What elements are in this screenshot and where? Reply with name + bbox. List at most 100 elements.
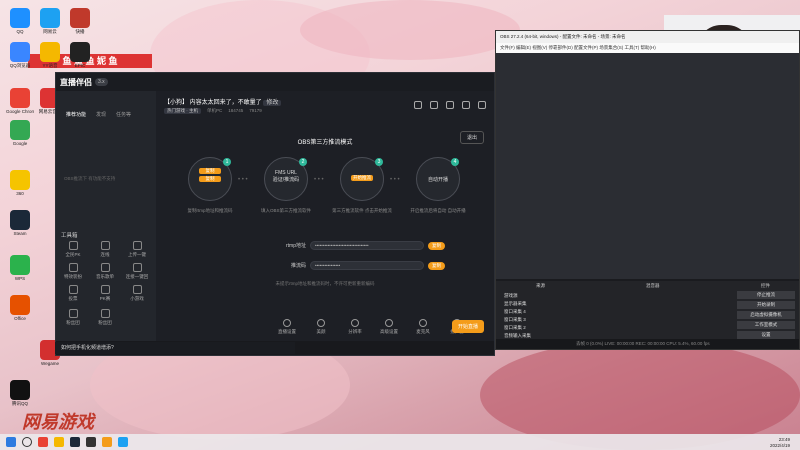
- tool-item[interactable]: 粉丝团: [90, 309, 120, 326]
- dock-title-sources: 来源: [536, 283, 545, 288]
- share-icon[interactable]: [478, 101, 486, 109]
- sidebar-tab[interactable]: 任务等: [116, 111, 131, 118]
- tool-icon: [132, 263, 142, 272]
- settings-button[interactable]: 设置: [737, 331, 795, 339]
- microphone-button[interactable]: 麦克风: [412, 319, 434, 335]
- steam-taskbar-icon[interactable]: [70, 437, 80, 447]
- tool-item[interactable]: 粉丝团: [58, 309, 88, 326]
- exit-obs-mode-button[interactable]: 退出: [459, 131, 484, 144]
- tool-item[interactable]: 特效装扮: [58, 263, 88, 280]
- obs-menubar[interactable]: 文件(F) 编辑(E) 视图(V) 停靠部件(D) 配置文件(P) 场景集合(S…: [496, 43, 799, 53]
- rtmp-field[interactable]: ••••••••••••••••••••••••••••••••••: [310, 241, 424, 250]
- tool-icon: [68, 263, 78, 272]
- tool-item[interactable]: 小游戏: [122, 285, 152, 302]
- source-item[interactable]: 游戏源: [504, 293, 518, 299]
- tool-item[interactable]: PK赛: [90, 285, 120, 302]
- microphone-icon: [419, 319, 427, 327]
- live-companion-window[interactable]: 直播伴侣 3.x 推荐功能 发现 任务等 OBS推流下 有功能不支持 工具箱 全…: [55, 72, 495, 356]
- desktop-icon[interactable]: Google Chrome: [6, 88, 34, 114]
- desktop-icon[interactable]: 360: [6, 170, 34, 196]
- app-topbar: 直播伴侣 3.x: [56, 73, 494, 91]
- live-settings-button[interactable]: 直播设置: [276, 319, 298, 335]
- tool-item[interactable]: 投票: [58, 285, 88, 302]
- app-icon: [10, 8, 30, 28]
- step-1: 1 复制 复制: [188, 157, 232, 201]
- companion-taskbar-icon[interactable]: [102, 437, 112, 447]
- tool-icon: [100, 285, 110, 294]
- obs-window[interactable]: OBS 27.2.4 (64-bit, windows) - 配置文件: 未命名…: [495, 30, 800, 350]
- desktop-icon-label: Office: [14, 316, 26, 321]
- sidebar-tab[interactable]: 发现: [96, 111, 106, 118]
- desktop-icon[interactable]: 快播: [66, 8, 94, 34]
- desktop-icon[interactable]: 腾讯QQ: [6, 380, 34, 406]
- app-icon: [10, 380, 30, 400]
- bell-icon[interactable]: [462, 101, 470, 109]
- resolution-icon: [351, 319, 359, 327]
- tool-item[interactable]: 连线: [90, 241, 120, 258]
- app-icon: [10, 210, 30, 230]
- copy-key-button[interactable]: 复制: [428, 261, 445, 270]
- tool-label: 小游戏: [130, 296, 144, 301]
- step-dots: • • •: [238, 177, 248, 183]
- desktop-icon[interactable]: EPIC: [66, 42, 94, 68]
- edit-title-button[interactable]: 修改: [263, 100, 282, 106]
- desktop-icon[interactable]: QQ浏览器: [6, 42, 34, 68]
- desktop-icon[interactable]: Office: [6, 295, 34, 321]
- desktop-icon[interactable]: Google: [6, 120, 34, 146]
- dock-title-controls: 控件: [761, 283, 770, 288]
- desktop-icon[interactable]: YY语音: [36, 42, 64, 68]
- advanced-button[interactable]: 高级设置: [378, 319, 400, 335]
- start-record-button[interactable]: 开始录制: [737, 301, 795, 309]
- taskbar-clock: 23:49 2022/4/19: [770, 437, 790, 449]
- chart-icon[interactable]: [446, 101, 454, 109]
- obs-taskbar-icon[interactable]: [86, 437, 96, 447]
- gift-icon[interactable]: [414, 101, 422, 109]
- start-live-button[interactable]: 开始直播: [451, 320, 484, 333]
- beauty-icon: [317, 319, 325, 327]
- source-item[interactable]: 窗口采集 3: [504, 317, 526, 323]
- tool-item[interactable]: 音乐歌单: [90, 263, 120, 280]
- copy-pill[interactable]: 复制: [199, 176, 221, 182]
- app-icon: [10, 120, 30, 140]
- desktop-icon-label: Wegame: [41, 361, 59, 366]
- room-category[interactable]: 热门游戏 · 主机: [164, 108, 201, 114]
- key-label: 推流码: [290, 263, 306, 269]
- copy-pill[interactable]: 复制: [199, 168, 221, 174]
- source-item[interactable]: 窗口采集 4: [504, 309, 526, 315]
- source-item[interactable]: 显示器采集: [504, 301, 527, 307]
- desktop-icon-label: YY语音: [42, 63, 58, 68]
- resolution-button[interactable]: 分辨率: [344, 319, 366, 335]
- studio-mode-button[interactable]: 工作室模式: [737, 321, 795, 329]
- chrome-taskbar-icon[interactable]: [38, 437, 48, 447]
- desktop-icon-label: 快播: [75, 29, 85, 34]
- tool-item[interactable]: 连接一键回: [122, 263, 152, 280]
- search-icon[interactable]: [22, 437, 32, 447]
- source-item[interactable]: 窗口采集 2: [504, 325, 526, 331]
- lock-icon[interactable]: [430, 101, 438, 109]
- folder-taskbar-icon[interactable]: [54, 437, 64, 447]
- desktop-icon-label: Google: [12, 141, 28, 146]
- windows-start-icon[interactable]: [6, 437, 16, 447]
- qq-taskbar-icon[interactable]: [118, 437, 128, 447]
- sidebar-tab[interactable]: 推荐功能: [66, 111, 86, 118]
- rtmp-label: rtmp地址: [285, 243, 306, 249]
- taskbar: [0, 434, 800, 450]
- copy-rtmp-button[interactable]: 复制: [428, 241, 445, 250]
- virtual-camera-button[interactable]: 启动虚拟摄像机: [737, 311, 795, 319]
- stop-stream-button[interactable]: 停止推流: [737, 291, 795, 299]
- desktop-icon[interactable]: WPS: [6, 255, 34, 281]
- stream-key-field[interactable]: ••••••••••••••••: [310, 261, 424, 270]
- desktop-icon-label: 腾讯QQ: [11, 401, 28, 406]
- app-icon: [40, 8, 60, 28]
- tool-item[interactable]: 上传一键: [122, 241, 152, 258]
- tool-icon: [100, 241, 110, 250]
- desktop-icon[interactable]: QQ: [6, 8, 34, 34]
- notice-bar[interactable]: 如何把手机化频道增添?: [55, 342, 295, 354]
- desktop-icon[interactable]: Steam: [6, 210, 34, 236]
- tool-item[interactable]: 全民PK: [58, 241, 88, 258]
- desktop-icon[interactable]: 网易云: [36, 8, 64, 34]
- obs-preview[interactable]: [496, 53, 799, 279]
- bottom-tool-label: 分辨率: [348, 329, 362, 334]
- sidebar-empty-text: OBS推流下 有功能不支持: [64, 176, 116, 181]
- beauty-button[interactable]: 美颜: [310, 319, 332, 335]
